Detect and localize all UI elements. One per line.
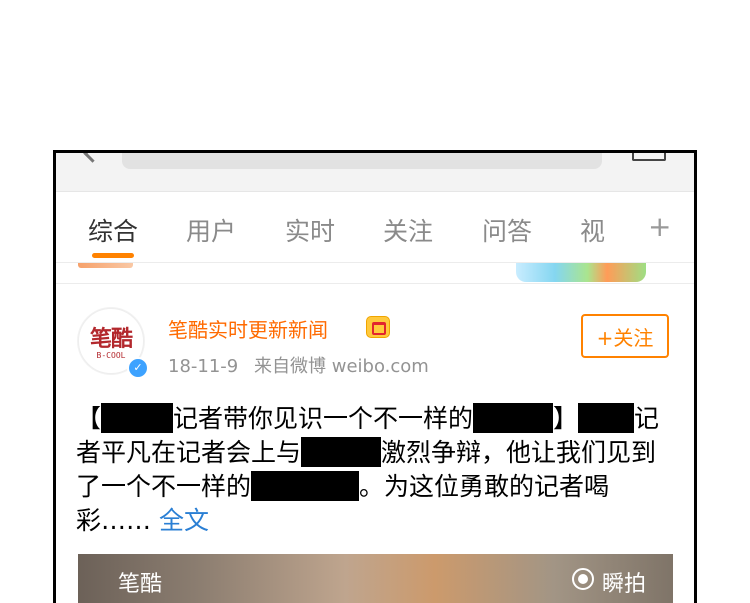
media-label: 瞬拍	[602, 572, 647, 597]
username[interactable]: 笔酷实时更新新闻	[168, 314, 328, 343]
content-bracket-close: 】	[553, 404, 579, 433]
tab-realtime[interactable]: 实时	[285, 212, 335, 248]
media-watermark: 笔酷	[118, 572, 163, 597]
redaction-block	[473, 403, 554, 433]
redaction-block	[578, 403, 635, 433]
video-thumbnail[interactable]: 笔酷 瞬拍	[78, 554, 673, 603]
camera-icon	[572, 568, 594, 590]
tab-users[interactable]: 用户	[186, 212, 236, 248]
redaction-block	[101, 403, 174, 433]
avatar[interactable]: 笔酷 B-COOL ✓	[78, 308, 149, 379]
tab-qa[interactable]: 问答	[482, 212, 532, 248]
add-tab-icon[interactable]: +	[648, 212, 671, 242]
search-bar	[56, 153, 694, 192]
previous-card-image	[516, 263, 646, 282]
phone-frame: 综合 用户 实时 关注 问答 视 + 笔酷 B-COOL ✓ 笔酷实时更新新闻 …	[53, 150, 697, 603]
post-date: 18-11-9	[168, 356, 239, 377]
tab-video[interactable]: 视	[580, 212, 608, 248]
vip-crown-icon	[366, 316, 390, 338]
follow-button[interactable]: +关注	[581, 314, 669, 358]
redaction-block	[251, 471, 360, 501]
post-meta: 18-11-9 来自微博 weibo.com	[168, 352, 439, 378]
tab-comprehensive[interactable]: 综合	[88, 212, 138, 248]
redaction-block	[301, 437, 382, 467]
content-bracket-open: 【	[76, 404, 102, 433]
post-content: 【记者带你见识一个不一样的】记者平凡在记者会上与 激烈争辩，他让我们见到了一个不一…	[76, 402, 676, 538]
post-source: 来自微博 weibo.com	[254, 356, 429, 377]
previous-card-edge	[56, 263, 694, 284]
previous-card-decoration	[78, 263, 133, 268]
active-tab-indicator	[92, 253, 134, 258]
tab-bar: 综合 用户 实时 关注 问答 视 +	[56, 192, 694, 263]
search-input[interactable]	[122, 153, 602, 169]
content-text: 记者带你见识一个不一样的	[173, 404, 474, 433]
back-arrow-icon[interactable]	[83, 153, 102, 163]
menu-icon[interactable]	[632, 153, 666, 161]
weibo-post: 笔酷 B-COOL ✓ 笔酷实时更新新闻 18-11-9 来自微博 weibo.…	[56, 284, 694, 603]
tab-following[interactable]: 关注	[383, 212, 433, 248]
full-text-link[interactable]: 全文	[159, 506, 209, 535]
avatar-logo-text: 笔酷	[89, 326, 133, 352]
verified-icon: ✓	[127, 357, 149, 379]
